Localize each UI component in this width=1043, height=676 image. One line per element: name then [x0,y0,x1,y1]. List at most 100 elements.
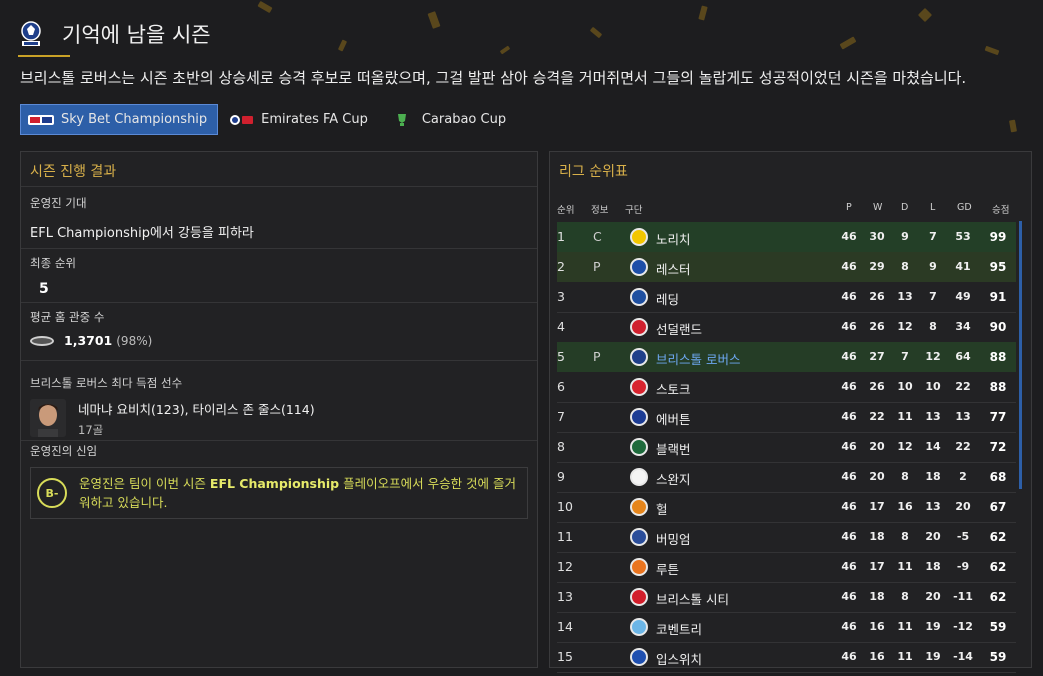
stat-d: 11 [897,650,913,663]
stat-points: 59 [989,620,1007,634]
col-won[interactable]: W [873,202,882,213]
row-position: 8 [557,439,565,454]
stat-l: 12 [925,350,941,363]
table-row[interactable]: 2 P 레스터 46 29 8 9 41 95 [557,252,1016,282]
stat-gd: -12 [953,620,973,633]
table-row[interactable]: 4 선덜랜드 46 26 12 8 34 90 [557,312,1016,342]
stat-d: 7 [901,350,909,363]
table-row[interactable]: 12 루튼 46 17 11 18 -9 62 [557,552,1016,582]
stat-points: 95 [989,260,1007,274]
stat-w: 16 [869,650,885,663]
team-name-link[interactable]: 블랙번 [656,439,691,458]
stat-d: 12 [897,440,913,453]
team-name-link[interactable]: 노리치 [656,229,691,248]
team-name-link[interactable]: 스완지 [656,469,691,488]
club-badge-icon [630,228,648,246]
col-info[interactable]: 정보 [591,202,608,216]
top-scorer-names[interactable]: 네마냐 요비치(123), 타이리스 존 줄스(114) [78,399,315,418]
team-name-link[interactable]: 스토크 [656,379,691,398]
team-name-link[interactable]: 버밍엄 [656,529,691,548]
col-points[interactable]: 승점 [992,202,1009,216]
attendance-value: 1,3701 [64,333,113,348]
stat-points: 88 [989,380,1007,394]
row-position: 6 [557,379,565,394]
attendance-percentage: (98%) [116,333,153,348]
stat-w: 18 [869,590,885,603]
table-row[interactable]: 1 C 노리치 46 30 9 7 53 99 [557,222,1016,252]
board-verdict-text: 운영진은 팀이 이번 시즌 EFL Championship 플레이오프에서 우… [79,476,517,510]
table-scrollbar[interactable] [1019,221,1022,489]
table-row[interactable]: 10 헐 46 17 16 13 20 67 [557,492,1016,522]
table-row[interactable]: 9 스완지 46 20 8 18 2 68 [557,462,1016,492]
row-position: 15 [557,649,573,664]
confetti [257,0,273,14]
attendance-row: 1,3701 (98%) [30,333,528,348]
row-position: 12 [557,559,573,574]
tab-emirates-fa-cup[interactable]: Emirates FA Cup [220,104,379,135]
stat-points: 68 [989,470,1007,484]
row-divider [557,672,1016,673]
stat-gd: 2 [959,470,967,483]
col-team[interactable]: 구단 [625,202,642,216]
grade-badge: B- [37,478,67,508]
stat-p: 46 [841,260,857,273]
club-badge-icon [630,348,648,366]
stat-points: 99 [989,230,1007,244]
club-badge-icon [630,648,648,666]
stat-points: 91 [989,290,1007,304]
col-drawn[interactable]: D [901,202,908,213]
table-row[interactable]: 5 P 브리스톨 로버스 46 27 7 12 64 88 [557,342,1016,372]
stat-w: 18 [869,530,885,543]
team-name-link[interactable]: 코벤트리 [656,619,702,638]
stat-l: 7 [929,290,937,303]
row-position: 10 [557,499,573,514]
expectation-label: 운영진 기대 [30,196,87,210]
table-row[interactable]: 3 레딩 46 26 13 7 49 91 [557,282,1016,312]
stat-p: 46 [841,530,857,543]
team-name-link[interactable]: 입스위치 [656,649,702,668]
table-row[interactable]: 6 스토크 46 26 10 10 22 88 [557,372,1016,402]
final-position-label: 최종 순위 [30,256,76,270]
club-badge-icon [630,378,648,396]
row-info: P [593,349,601,364]
team-name-link[interactable]: 레스터 [656,259,691,278]
stat-gd: 53 [955,230,971,243]
team-name-link[interactable]: 브리스톨 시티 [656,589,729,608]
tab-carabao-cup[interactable]: Carabao Cup [381,104,517,135]
col-pos[interactable]: 순위 [557,202,574,216]
stat-points: 90 [989,320,1007,334]
tab-sky-bet-championship[interactable]: Sky Bet Championship [20,104,219,135]
final-position-value: 5 [39,281,49,297]
stat-d: 8 [901,590,909,603]
stat-l: 19 [925,650,941,663]
team-name-link[interactable]: 헐 [656,499,668,518]
table-row[interactable]: 11 버밍엄 46 18 8 20 -5 62 [557,522,1016,552]
col-goal-difference[interactable]: GD [957,202,972,213]
stat-w: 22 [869,410,885,423]
team-name-link[interactable]: 선덜랜드 [656,319,702,338]
confetti [1009,119,1017,133]
stadium-icon [30,335,54,346]
table-row[interactable]: 13 브리스톨 시티 46 18 8 20 -11 62 [557,582,1016,612]
stat-w: 17 [869,500,885,513]
team-name-link[interactable]: 브리스톨 로버스 [656,349,740,368]
stat-p: 46 [841,440,857,453]
table-row[interactable]: 8 블랙번 46 20 12 14 22 72 [557,432,1016,462]
col-lost[interactable]: L [930,202,935,213]
stat-d: 11 [897,620,913,633]
team-name-link[interactable]: 루튼 [656,559,679,578]
stat-gd: 13 [955,410,971,423]
club-badge-icon [630,288,648,306]
col-played[interactable]: P [846,202,852,213]
stat-points: 77 [989,410,1007,424]
team-name-link[interactable]: 레딩 [656,289,679,308]
table-row[interactable]: 7 에버튼 46 22 11 13 13 77 [557,402,1016,432]
table-row[interactable]: 14 코벤트리 46 16 11 19 -12 59 [557,612,1016,642]
table-row[interactable]: 15 입스위치 46 16 11 19 -14 59 [557,642,1016,672]
stat-w: 29 [869,260,885,273]
team-name-link[interactable]: 에버튼 [656,409,691,428]
stat-l: 7 [929,230,937,243]
stat-d: 9 [901,230,909,243]
top-scorer-row[interactable]: 네마냐 요비치(123), 타이리스 존 줄스(114) 17골 [30,399,528,438]
season-summary: 브리스톨 로버스는 시즌 초반의 상승세로 승격 후보로 떠올랐으며, 그걸 발… [20,69,967,87]
